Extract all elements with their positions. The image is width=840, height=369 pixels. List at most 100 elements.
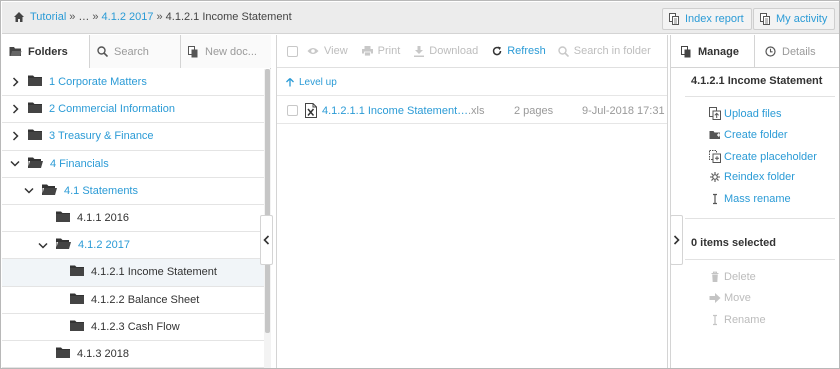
folder-tree-item[interactable]: 4.1.2.2 Balance Sheet: [2, 287, 264, 314]
eye-icon: [307, 48, 319, 54]
folder-tree-item[interactable]: 4.1 Statements: [2, 178, 264, 205]
file-list-panel: View Print Download Refresh Search in fo…: [276, 35, 668, 368]
folder-tree-item-label: 4.1 Statements: [64, 184, 138, 197]
file-checkbox[interactable]: [287, 105, 298, 116]
move-icon: [709, 293, 721, 303]
view-label: View: [324, 45, 348, 57]
index-report-button[interactable]: Index report: [662, 8, 752, 30]
chevron-down-icon[interactable]: [24, 186, 34, 196]
folder-tree-item-label: 4.1.2.3 Cash Flow: [91, 320, 180, 333]
print-button[interactable]: Print: [361, 45, 400, 57]
mass-rename-action[interactable]: Mass rename: [709, 193, 791, 205]
create-placeholder-action[interactable]: Create placeholder: [709, 150, 817, 163]
collapse-left-panel-button[interactable]: [260, 215, 273, 265]
chevron-down-icon[interactable]: [10, 159, 20, 169]
folder-panel-tabs: Folders Search New doc...: [2, 35, 271, 68]
breadcrumb: Tutorial » … » 4.1.2 2017 » 4.1.2.1 Inco…: [13, 11, 292, 23]
file-name-link[interactable]: 4.1.2.1.1 Income Statement…: [322, 97, 468, 124]
folder-tree-item[interactable]: 1 Corporate Matters: [2, 69, 264, 97]
select-all-checkbox[interactable]: [287, 45, 298, 57]
breadcrumb-separator: »: [156, 11, 163, 23]
my-activity-button[interactable]: My activity: [753, 8, 836, 30]
create-folder-action[interactable]: Create folder: [709, 128, 788, 141]
clock-icon: [765, 46, 776, 57]
refresh-icon: [492, 46, 502, 56]
folder-tree-item-label: 2 Commercial Information: [49, 103, 175, 116]
folder-tree-item-label: 4.1.2 2017: [78, 239, 130, 252]
folder-open-icon: [27, 157, 43, 171]
reindex-folder-action[interactable]: Reindex folder: [709, 171, 795, 183]
tab-new-document[interactable]: New doc...: [181, 35, 271, 68]
file-row[interactable]: 4.1.2.1.1 Income Statement… .xls 2 pages…: [277, 97, 667, 124]
folder-tree-item[interactable]: 4.1.1 2016: [2, 205, 264, 233]
placeholder-icon: [709, 150, 721, 163]
my-activity-icon: [760, 13, 770, 25]
download-label: Download: [429, 45, 479, 57]
folder-panel: Folders Search New doc... 1 Corporate Ma…: [2, 35, 271, 368]
chevron-down-icon[interactable]: [38, 240, 48, 250]
arrow-up-icon: [286, 77, 294, 86]
tab-manage-label: Manage: [698, 45, 739, 58]
chevron-right-icon[interactable]: [10, 104, 20, 114]
level-up-label: Level up: [299, 76, 337, 88]
home-icon[interactable]: [13, 11, 25, 23]
print-icon: [361, 46, 373, 56]
level-up-link[interactable]: Level up: [277, 69, 667, 96]
manage-panel: Manage Details 4.1.2.1 Income Statement …: [670, 35, 839, 368]
folder-tree-item[interactable]: 4.1.2 2017: [2, 232, 264, 260]
search-in-folder-placeholder: Search in folder: [573, 45, 651, 57]
rename-icon: [713, 314, 717, 326]
index-report-label: Index report: [685, 13, 744, 25]
folder-tree-item-label: 4.1.2.2 Balance Sheet: [91, 293, 200, 306]
scrollbar-thumb[interactable]: [265, 69, 270, 333]
breadcrumb-current: 4.1.2.1 Income Statement: [165, 11, 292, 23]
folder-tree-item-label: 4.1.3 2018: [77, 347, 129, 360]
view-button[interactable]: View: [307, 45, 348, 57]
manage-folder-title: 4.1.2.1 Income Statement: [691, 75, 823, 87]
folder-tree-item[interactable]: 2 Commercial Information: [2, 96, 264, 124]
selected-items-count: 0 items selected: [691, 237, 776, 249]
tab-search-label: Search: [114, 45, 149, 58]
breadcrumb-separator: »: [69, 11, 76, 23]
folder-icon: [70, 293, 84, 307]
folder-tree-item-label: 4.1.2.1 Income Statement: [91, 266, 217, 279]
folder-tree-item[interactable]: 3 Treasury & Finance: [2, 123, 264, 151]
tab-details[interactable]: Details: [755, 35, 816, 68]
delete-action[interactable]: Delete: [709, 271, 756, 283]
rename-action[interactable]: Rename: [709, 314, 766, 326]
folder-tree-item[interactable]: 4.1.3 2018: [2, 341, 264, 368]
reindex-icon: [710, 172, 720, 182]
refresh-label: Refresh: [507, 45, 546, 57]
tab-manage[interactable]: Manage: [671, 35, 755, 68]
chevron-right-icon[interactable]: [10, 131, 20, 141]
upload-files-action[interactable]: Upload files: [709, 107, 781, 120]
collapse-right-panel-button[interactable]: [670, 215, 683, 265]
breadcrumb-parent-folder[interactable]: 4.1.2 2017: [102, 11, 154, 23]
breadcrumb-ellipsis[interactable]: …: [78, 11, 89, 23]
delete-label: Delete: [724, 271, 756, 283]
folder-tree-item[interactable]: 4.1.2.3 Cash Flow: [2, 314, 264, 341]
folder-icon: [70, 320, 84, 334]
new-document-icon: [188, 45, 198, 57]
app-window: Tutorial » … » 4.1.2 2017 » 4.1.2.1 Inco…: [0, 0, 840, 369]
move-action[interactable]: Move: [709, 292, 751, 304]
top-bar: Tutorial » … » 4.1.2 2017 » 4.1.2.1 Inco…: [2, 2, 839, 34]
file-row-checkbox-cell[interactable]: [287, 97, 298, 124]
folder-tree-item[interactable]: 4.1.2.1 Income Statement: [2, 259, 264, 287]
tab-details-label: Details: [782, 45, 816, 58]
refresh-button[interactable]: Refresh: [492, 45, 546, 57]
chevron-left-icon: [263, 235, 270, 245]
breadcrumb-tutorial[interactable]: Tutorial: [30, 11, 66, 23]
download-button[interactable]: Download: [414, 45, 478, 57]
tab-folders[interactable]: Folders: [2, 35, 90, 68]
chevron-right-icon[interactable]: [10, 77, 20, 87]
tab-search[interactable]: Search: [90, 35, 181, 68]
manage-panel-tabs: Manage Details: [671, 35, 839, 68]
search-in-folder-field[interactable]: Search in folder: [558, 45, 651, 57]
reindex-folder-label: Reindex folder: [724, 171, 795, 183]
tab-new-document-label: New doc...: [205, 45, 257, 58]
folder-tree-item[interactable]: 4 Financials: [2, 151, 264, 178]
download-icon: [414, 45, 425, 57]
